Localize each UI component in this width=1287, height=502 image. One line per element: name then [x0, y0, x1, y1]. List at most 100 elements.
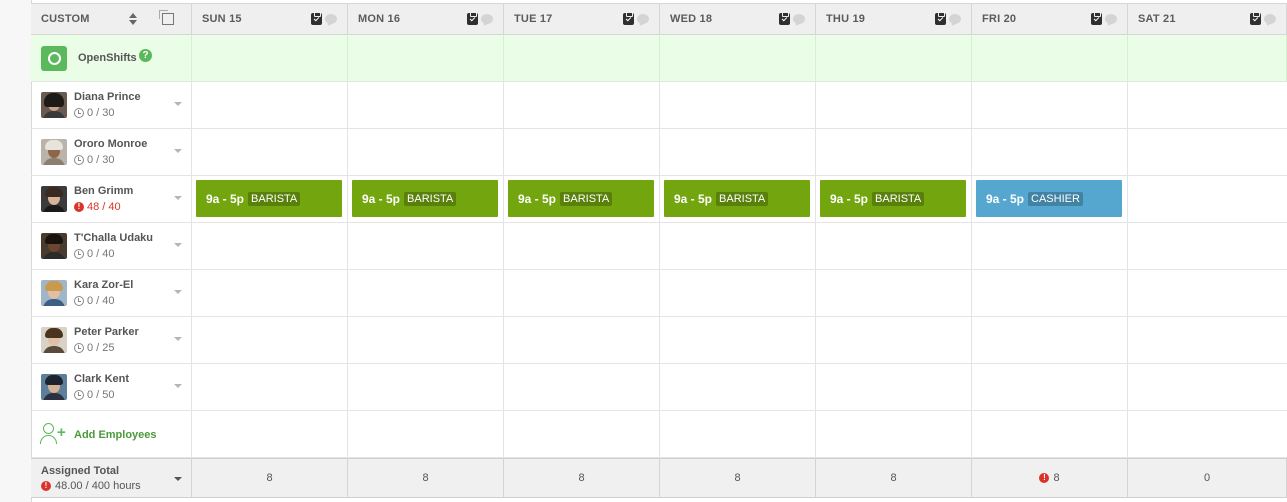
shift-slot[interactable] [972, 317, 1128, 363]
assigned-total-cell[interactable]: Assigned Total ! 48.00 / 400 hours [31, 459, 192, 497]
shift-slot[interactable] [1128, 82, 1287, 128]
shift-slot[interactable] [972, 129, 1128, 175]
day-header[interactable]: THU 19 [816, 4, 972, 34]
shift-slot[interactable] [816, 223, 972, 269]
shift-slot[interactable] [504, 82, 660, 128]
shift-slot[interactable] [816, 364, 972, 410]
open-shift-slot[interactable] [504, 35, 660, 81]
shift-block[interactable]: 9a - 5p BARISTA [820, 180, 966, 217]
clipboard-icon[interactable] [935, 12, 946, 25]
shift-slot[interactable]: 9a - 5p BARISTA [660, 176, 816, 222]
shift-slot[interactable] [192, 223, 348, 269]
open-shift-slot[interactable] [816, 35, 972, 81]
shift-block[interactable]: 9a - 5p BARISTA [508, 180, 654, 217]
day-header[interactable]: SAT 21 [1128, 4, 1287, 34]
shift-slot[interactable] [660, 317, 816, 363]
open-shift-slot[interactable] [1128, 35, 1287, 81]
chevron-down-icon[interactable] [174, 196, 182, 200]
shift-slot[interactable] [660, 270, 816, 316]
shift-slot[interactable] [504, 223, 660, 269]
shift-slot[interactable] [348, 82, 504, 128]
employee-cell[interactable]: T'Challa Udaku 0 / 40 [31, 223, 192, 269]
chevron-down-icon[interactable] [174, 243, 182, 247]
shift-slot[interactable]: 9a - 5p BARISTA [504, 176, 660, 222]
shift-slot[interactable] [348, 270, 504, 316]
comment-icon[interactable] [793, 13, 805, 24]
sort-icon[interactable] [129, 13, 137, 25]
shift-slot[interactable]: 9a - 5p BARISTA [348, 176, 504, 222]
shift-slot[interactable] [1128, 317, 1287, 363]
employee-cell[interactable]: Clark Kent 0 / 50 [31, 364, 192, 410]
shift-slot[interactable] [1128, 176, 1287, 222]
chevron-down-icon[interactable] [174, 149, 182, 153]
shift-slot[interactable] [972, 223, 1128, 269]
shift-slot[interactable] [972, 270, 1128, 316]
clipboard-icon[interactable] [311, 12, 322, 25]
open-shifts-cell[interactable]: OpenShifts ? [31, 35, 192, 81]
comment-icon[interactable] [949, 13, 961, 24]
employee-cell[interactable]: Ororo Monroe 0 / 30 [31, 129, 192, 175]
shift-slot[interactable] [348, 317, 504, 363]
day-header[interactable]: TUE 17 [504, 4, 660, 34]
shift-block[interactable]: 9a - 5p BARISTA [664, 180, 810, 217]
shift-slot[interactable] [972, 364, 1128, 410]
comment-icon[interactable] [481, 13, 493, 24]
shift-slot[interactable] [816, 270, 972, 316]
comment-icon[interactable] [1105, 13, 1117, 24]
shift-block[interactable]: 9a - 5p BARISTA [352, 180, 498, 217]
shift-slot[interactable] [1128, 364, 1287, 410]
comment-icon[interactable] [1264, 13, 1276, 24]
clipboard-icon[interactable] [1250, 12, 1261, 25]
comment-icon[interactable] [637, 13, 649, 24]
shift-slot[interactable] [972, 82, 1128, 128]
shift-slot[interactable] [192, 129, 348, 175]
shift-slot[interactable]: 9a - 5p BARISTA [192, 176, 348, 222]
chevron-down-icon[interactable] [174, 477, 182, 481]
open-shift-slot[interactable] [660, 35, 816, 81]
chevron-down-icon[interactable] [174, 102, 182, 106]
shift-slot[interactable]: 9a - 5p BARISTA [816, 176, 972, 222]
day-header[interactable]: SUN 15 [192, 4, 348, 34]
day-header[interactable]: FRI 20 [972, 4, 1128, 34]
shift-block[interactable]: 9a - 5p BARISTA [196, 180, 342, 217]
employee-cell[interactable]: Peter Parker 0 / 25 [31, 317, 192, 363]
shift-slot[interactable] [504, 364, 660, 410]
open-shift-slot[interactable] [348, 35, 504, 81]
shift-slot[interactable] [192, 270, 348, 316]
clipboard-icon[interactable] [779, 12, 790, 25]
shift-slot[interactable] [348, 129, 504, 175]
shift-slot[interactable] [660, 82, 816, 128]
add-employees-button[interactable]: + Add Employees [31, 411, 192, 457]
shift-slot[interactable] [1128, 223, 1287, 269]
day-header[interactable]: MON 16 [348, 4, 504, 34]
chevron-down-icon[interactable] [174, 384, 182, 388]
clipboard-icon[interactable] [623, 12, 634, 25]
shift-slot[interactable] [192, 364, 348, 410]
clipboard-icon[interactable] [467, 12, 478, 25]
shift-slot[interactable] [816, 82, 972, 128]
open-shift-slot[interactable] [192, 35, 348, 81]
shift-slot[interactable] [192, 82, 348, 128]
open-shift-slot[interactable] [972, 35, 1128, 81]
chevron-down-icon[interactable] [174, 337, 182, 341]
employee-cell[interactable]: Diana Prince 0 / 30 [31, 82, 192, 128]
shift-slot[interactable] [660, 129, 816, 175]
shift-slot[interactable] [816, 317, 972, 363]
clipboard-icon[interactable] [1091, 12, 1102, 25]
shift-slot[interactable] [192, 317, 348, 363]
shift-slot[interactable] [1128, 129, 1287, 175]
copy-icon[interactable] [159, 10, 174, 25]
shift-slot[interactable] [816, 129, 972, 175]
shift-slot[interactable] [504, 317, 660, 363]
view-selector[interactable]: CUSTOM [31, 4, 192, 34]
shift-slot[interactable]: 9a - 5p CASHIER [972, 176, 1128, 222]
employee-cell[interactable]: Ben Grimm ! 48 / 40 [31, 176, 192, 222]
shift-block[interactable]: 9a - 5p CASHIER [976, 180, 1122, 217]
shift-slot[interactable] [1128, 270, 1287, 316]
shift-slot[interactable] [504, 270, 660, 316]
employee-cell[interactable]: Kara Zor-El 0 / 40 [31, 270, 192, 316]
chevron-down-icon[interactable] [174, 290, 182, 294]
shift-slot[interactable] [660, 223, 816, 269]
shift-slot[interactable] [660, 364, 816, 410]
help-icon[interactable]: ? [139, 49, 152, 62]
